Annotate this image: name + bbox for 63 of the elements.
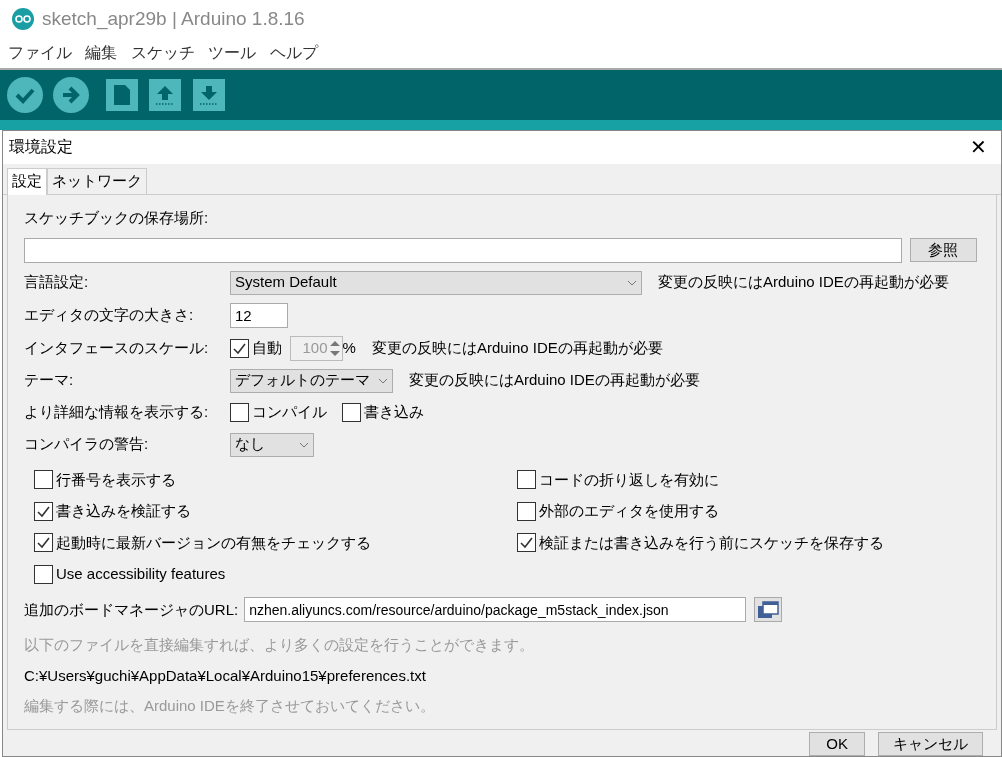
checkbox[interactable] (34, 533, 53, 553)
field-label: テーマ: (24, 370, 75, 391)
field-label: 言語設定: (24, 272, 90, 293)
chevron-down-icon (627, 279, 637, 286)
menu-item[interactable]: 編集 (81, 41, 121, 65)
tab[interactable]: ネットワーク (47, 167, 147, 194)
field-label: インタフェースのスケール: (24, 337, 210, 358)
checkbox-label: 起動時に最新バージョンの有無をチェックする (56, 532, 371, 553)
menu-item[interactable]: ヘルプ (266, 41, 322, 65)
checkbox-label: コードの折り返しを有効に (539, 469, 719, 490)
checkbox-label: 自動 (252, 337, 282, 358)
menu-item[interactable]: ツール (204, 41, 260, 65)
close-button[interactable]: ✕ (964, 137, 993, 158)
checkbox-label: 書き込みを検証する (56, 501, 191, 521)
field-label: 追加のボードマネージャのURL: (24, 599, 239, 620)
checkbox-label: 書き込み (364, 402, 424, 423)
field-label: コンパイラの警告: (24, 434, 150, 455)
language-dropdown[interactable]: System Default (230, 270, 642, 295)
checkbox[interactable] (34, 564, 53, 584)
checkbox[interactable] (34, 501, 53, 521)
tab[interactable]: 設定 (7, 167, 47, 195)
field-label: スケッチブックの保存場所: (24, 208, 210, 228)
save-button[interactable] (193, 79, 225, 111)
chevron-down-icon (378, 377, 388, 384)
new-file-button[interactable] (105, 79, 138, 111)
checkbox-label: Use accessibility features (56, 564, 226, 584)
restart-note: 変更の反映にはArduino IDEの再起動が必要 (371, 337, 663, 358)
file-path: C:¥Users¥guchi¥AppData¥Local¥Arduino15¥preferences.txt (24, 665, 427, 686)
checkbox-label: 検証または書き込みを行う前にスケッチを保存する (539, 532, 884, 553)
dialog-button[interactable]: OK (809, 732, 865, 756)
checkbox-label: 外部のエディタを使用する (539, 501, 719, 521)
unit-label: % (342, 337, 356, 358)
theme-dropdown[interactable]: デフォルトのテーマ (230, 368, 393, 393)
checkbox[interactable] (230, 403, 249, 422)
field-label: エディタの文字の大きさ: (24, 304, 195, 325)
chevron-down-icon (299, 441, 309, 448)
info-text: 以下のファイルを直接編集すれば、より多くの設定を行うことができます。 (24, 635, 535, 655)
info-text: 編集する際には、Arduino IDEを終了させておいてください。 (24, 696, 436, 716)
checkbox[interactable] (34, 470, 53, 490)
path-input[interactable] (24, 237, 902, 263)
dialog-button[interactable]: キャンセル (878, 732, 983, 756)
font-size-input[interactable]: 12 (230, 302, 288, 328)
checkbox-label: コンパイル (252, 402, 327, 423)
window-icon-button[interactable] (753, 597, 782, 623)
restart-note: 変更の反映にはArduino IDEの再起動が必要 (409, 370, 700, 391)
checkbox-label: 行番号を表示する (56, 469, 176, 490)
browse-button[interactable]: 参照 (909, 238, 977, 262)
dialog-title: 環境設定 (9, 137, 73, 158)
url-input[interactable]: nzhen.aliyuncs.com/resource/arduino/package_m5stack_index.json (244, 597, 747, 623)
checkbox[interactable] (517, 533, 536, 553)
window-title: sketch_apr29b | Arduino 1.8.16 (42, 6, 305, 32)
menu-item[interactable]: スケッチ (127, 41, 199, 65)
open-button[interactable] (149, 79, 182, 111)
menu-item[interactable]: ファイル (4, 41, 76, 65)
upload-button[interactable] (52, 76, 90, 114)
field-label: より詳細な情報を表示する: (24, 402, 210, 423)
restart-note: 変更の反映にはArduino IDEの再起動が必要 (658, 272, 949, 293)
verify-button[interactable] (6, 76, 44, 114)
warnings-dropdown[interactable]: なし (230, 432, 314, 457)
checkbox[interactable] (517, 501, 536, 521)
checkbox[interactable] (517, 470, 536, 490)
app-logo-icon (12, 8, 34, 30)
checkbox[interactable] (342, 403, 361, 422)
